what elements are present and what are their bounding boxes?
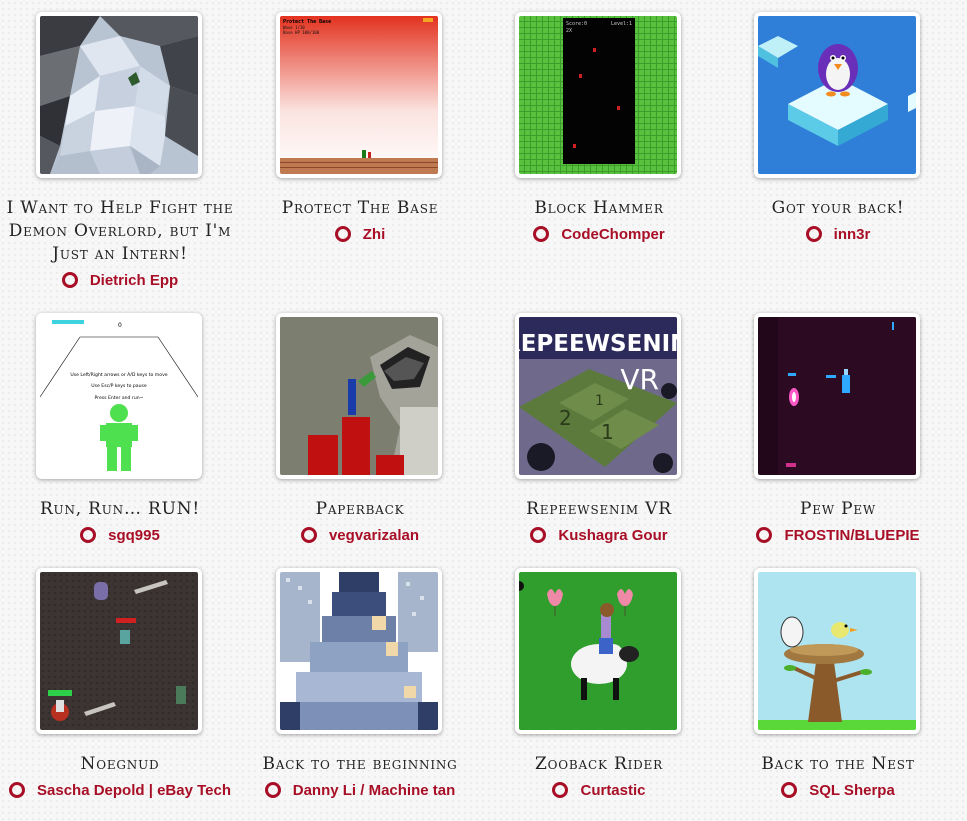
author-name: sgq995 bbox=[108, 527, 160, 544]
game-title[interactable]: Back to the beginning bbox=[240, 753, 480, 776]
thumb-n2: 2 bbox=[559, 406, 572, 430]
bird-nest-tree-icon bbox=[758, 572, 916, 730]
game-author-link[interactable]: Dietrich Epp bbox=[0, 270, 240, 292]
game-thumbnail-link[interactable]: REPEEWSENIM VR 1 2 1 bbox=[515, 313, 681, 479]
paper-platformer-icon bbox=[280, 317, 438, 475]
sheep-rider-icon bbox=[519, 572, 677, 730]
game-author-link[interactable]: Curtastic bbox=[479, 780, 719, 802]
game-title[interactable]: Block Hammer bbox=[479, 197, 719, 220]
game-thumbnail-link[interactable] bbox=[276, 313, 442, 479]
thumb-level: Level:1 bbox=[611, 21, 632, 27]
game-title[interactable]: Noegnud bbox=[0, 753, 240, 776]
author-name: SQL Sherpa bbox=[809, 782, 895, 799]
author-name: Dietrich Epp bbox=[89, 272, 179, 289]
game-title[interactable]: Repeewsenim VR bbox=[479, 498, 719, 521]
author-circle-icon bbox=[9, 782, 25, 798]
game-thumbnail-link[interactable] bbox=[754, 568, 920, 734]
dark-arena-shooter-icon bbox=[758, 317, 916, 475]
minesweeper-vr-icon: REPEEWSENIM VR 1 2 1 bbox=[519, 317, 677, 475]
author-name: vegvarizalan bbox=[328, 527, 420, 544]
thumb-n1: 1 bbox=[595, 393, 604, 409]
thumb-counter: 0 bbox=[118, 322, 122, 329]
game-thumbnail-link[interactable] bbox=[36, 12, 202, 178]
author-name: Curtastic bbox=[580, 782, 646, 799]
game-author-link[interactable]: Sascha Depold | eBay Tech bbox=[0, 780, 240, 802]
game-thumbnail-link[interactable]: Protect The Base Wave 1/10 Base HP 100/1… bbox=[276, 12, 442, 178]
game-thumbnail-link[interactable] bbox=[36, 568, 202, 734]
thumb-line2: Use Esc/P keys to pause bbox=[91, 383, 147, 389]
author-name: CodeChomper bbox=[561, 226, 665, 243]
author-circle-icon bbox=[533, 226, 550, 242]
author-circle-icon bbox=[530, 527, 547, 543]
game-title[interactable]: I Want to Help Fight the Demon Overlord,… bbox=[0, 197, 240, 266]
author-circle-icon bbox=[300, 527, 317, 543]
game-title[interactable]: Got your back! bbox=[718, 197, 958, 220]
game-thumbnail-link[interactable]: 0 Use Left/Right arrows or A/D keys to m… bbox=[36, 313, 202, 479]
game-title[interactable]: Zooback Rider bbox=[479, 753, 719, 776]
thumb-combo: 2X bbox=[566, 28, 572, 34]
game-title[interactable]: Pew Pew bbox=[718, 498, 958, 521]
thumb-line1: Use Left/Right arrows or A/D keys to mov… bbox=[70, 372, 167, 378]
author-circle-icon bbox=[781, 782, 798, 798]
game-thumbnail-link[interactable] bbox=[754, 313, 920, 479]
dungeon-topdown-icon bbox=[40, 572, 198, 730]
penguin-on-ice-icon bbox=[758, 16, 916, 174]
game-title[interactable]: Paperback bbox=[240, 498, 480, 521]
author-circle-icon bbox=[80, 527, 97, 543]
game-author-link[interactable]: FROSTIN/BLUEPIE bbox=[718, 525, 958, 547]
game-author-link[interactable]: sgq995 bbox=[0, 525, 240, 547]
games-grid: I Want to Help Fight the Demon Overlord,… bbox=[0, 0, 967, 821]
game-thumbnail-link[interactable] bbox=[276, 568, 442, 734]
author-name: Sascha Depold | eBay Tech bbox=[37, 782, 231, 799]
thumb-n3: 1 bbox=[601, 420, 614, 444]
game-author-link[interactable]: SQL Sherpa bbox=[718, 780, 958, 802]
game-author-link[interactable]: CodeChomper bbox=[479, 224, 719, 246]
game-author-link[interactable]: Danny Li / Machine tan bbox=[240, 780, 480, 802]
author-name: inn3r bbox=[833, 226, 871, 243]
author-name: Danny Li / Machine tan bbox=[292, 782, 456, 799]
author-circle-icon bbox=[334, 226, 351, 242]
author-circle-icon bbox=[61, 272, 78, 288]
thumb-score: Score:0 bbox=[566, 21, 587, 27]
red-sky-platformer-icon: Protect The Base Wave 1/10 Base HP 100/1… bbox=[280, 16, 438, 174]
author-circle-icon bbox=[552, 782, 569, 798]
thumb-line3: Press Enter and run~ bbox=[94, 395, 143, 401]
game-author-link[interactable]: inn3r bbox=[718, 224, 958, 246]
game-author-link[interactable]: vegvarizalan bbox=[240, 525, 480, 547]
author-name: Zhi bbox=[362, 226, 386, 243]
game-thumbnail-link[interactable] bbox=[515, 568, 681, 734]
game-author-link[interactable]: Kushagra Gour bbox=[479, 525, 719, 547]
runner-corridor-icon: 0 Use Left/Right arrows or A/D keys to m… bbox=[40, 317, 198, 475]
green-tile-well-icon: Score:0 Level:1 2X bbox=[519, 16, 677, 174]
game-thumbnail-link[interactable]: Score:0 Level:1 2X bbox=[515, 12, 681, 178]
author-name: Kushagra Gour bbox=[558, 527, 668, 544]
pixel-mountain-icon bbox=[280, 572, 438, 730]
thumb-logo: REPEEWSENIM bbox=[519, 331, 677, 357]
author-circle-icon bbox=[756, 527, 773, 543]
author-circle-icon bbox=[805, 226, 822, 242]
author-name: FROSTIN/BLUEPIE bbox=[784, 527, 920, 544]
thumb-line2: Base HP 100/100 bbox=[283, 30, 320, 35]
thumb-vr: VR bbox=[620, 363, 659, 396]
game-title[interactable]: Run, Run… RUN! bbox=[0, 498, 240, 521]
game-author-link[interactable]: Zhi bbox=[240, 224, 480, 246]
low-poly-rocks-icon bbox=[40, 16, 198, 174]
author-circle-icon bbox=[264, 782, 281, 798]
game-title[interactable]: Protect The Base bbox=[240, 197, 480, 220]
game-thumbnail-link[interactable] bbox=[754, 12, 920, 178]
game-title[interactable]: Back to the Nest bbox=[718, 753, 958, 776]
